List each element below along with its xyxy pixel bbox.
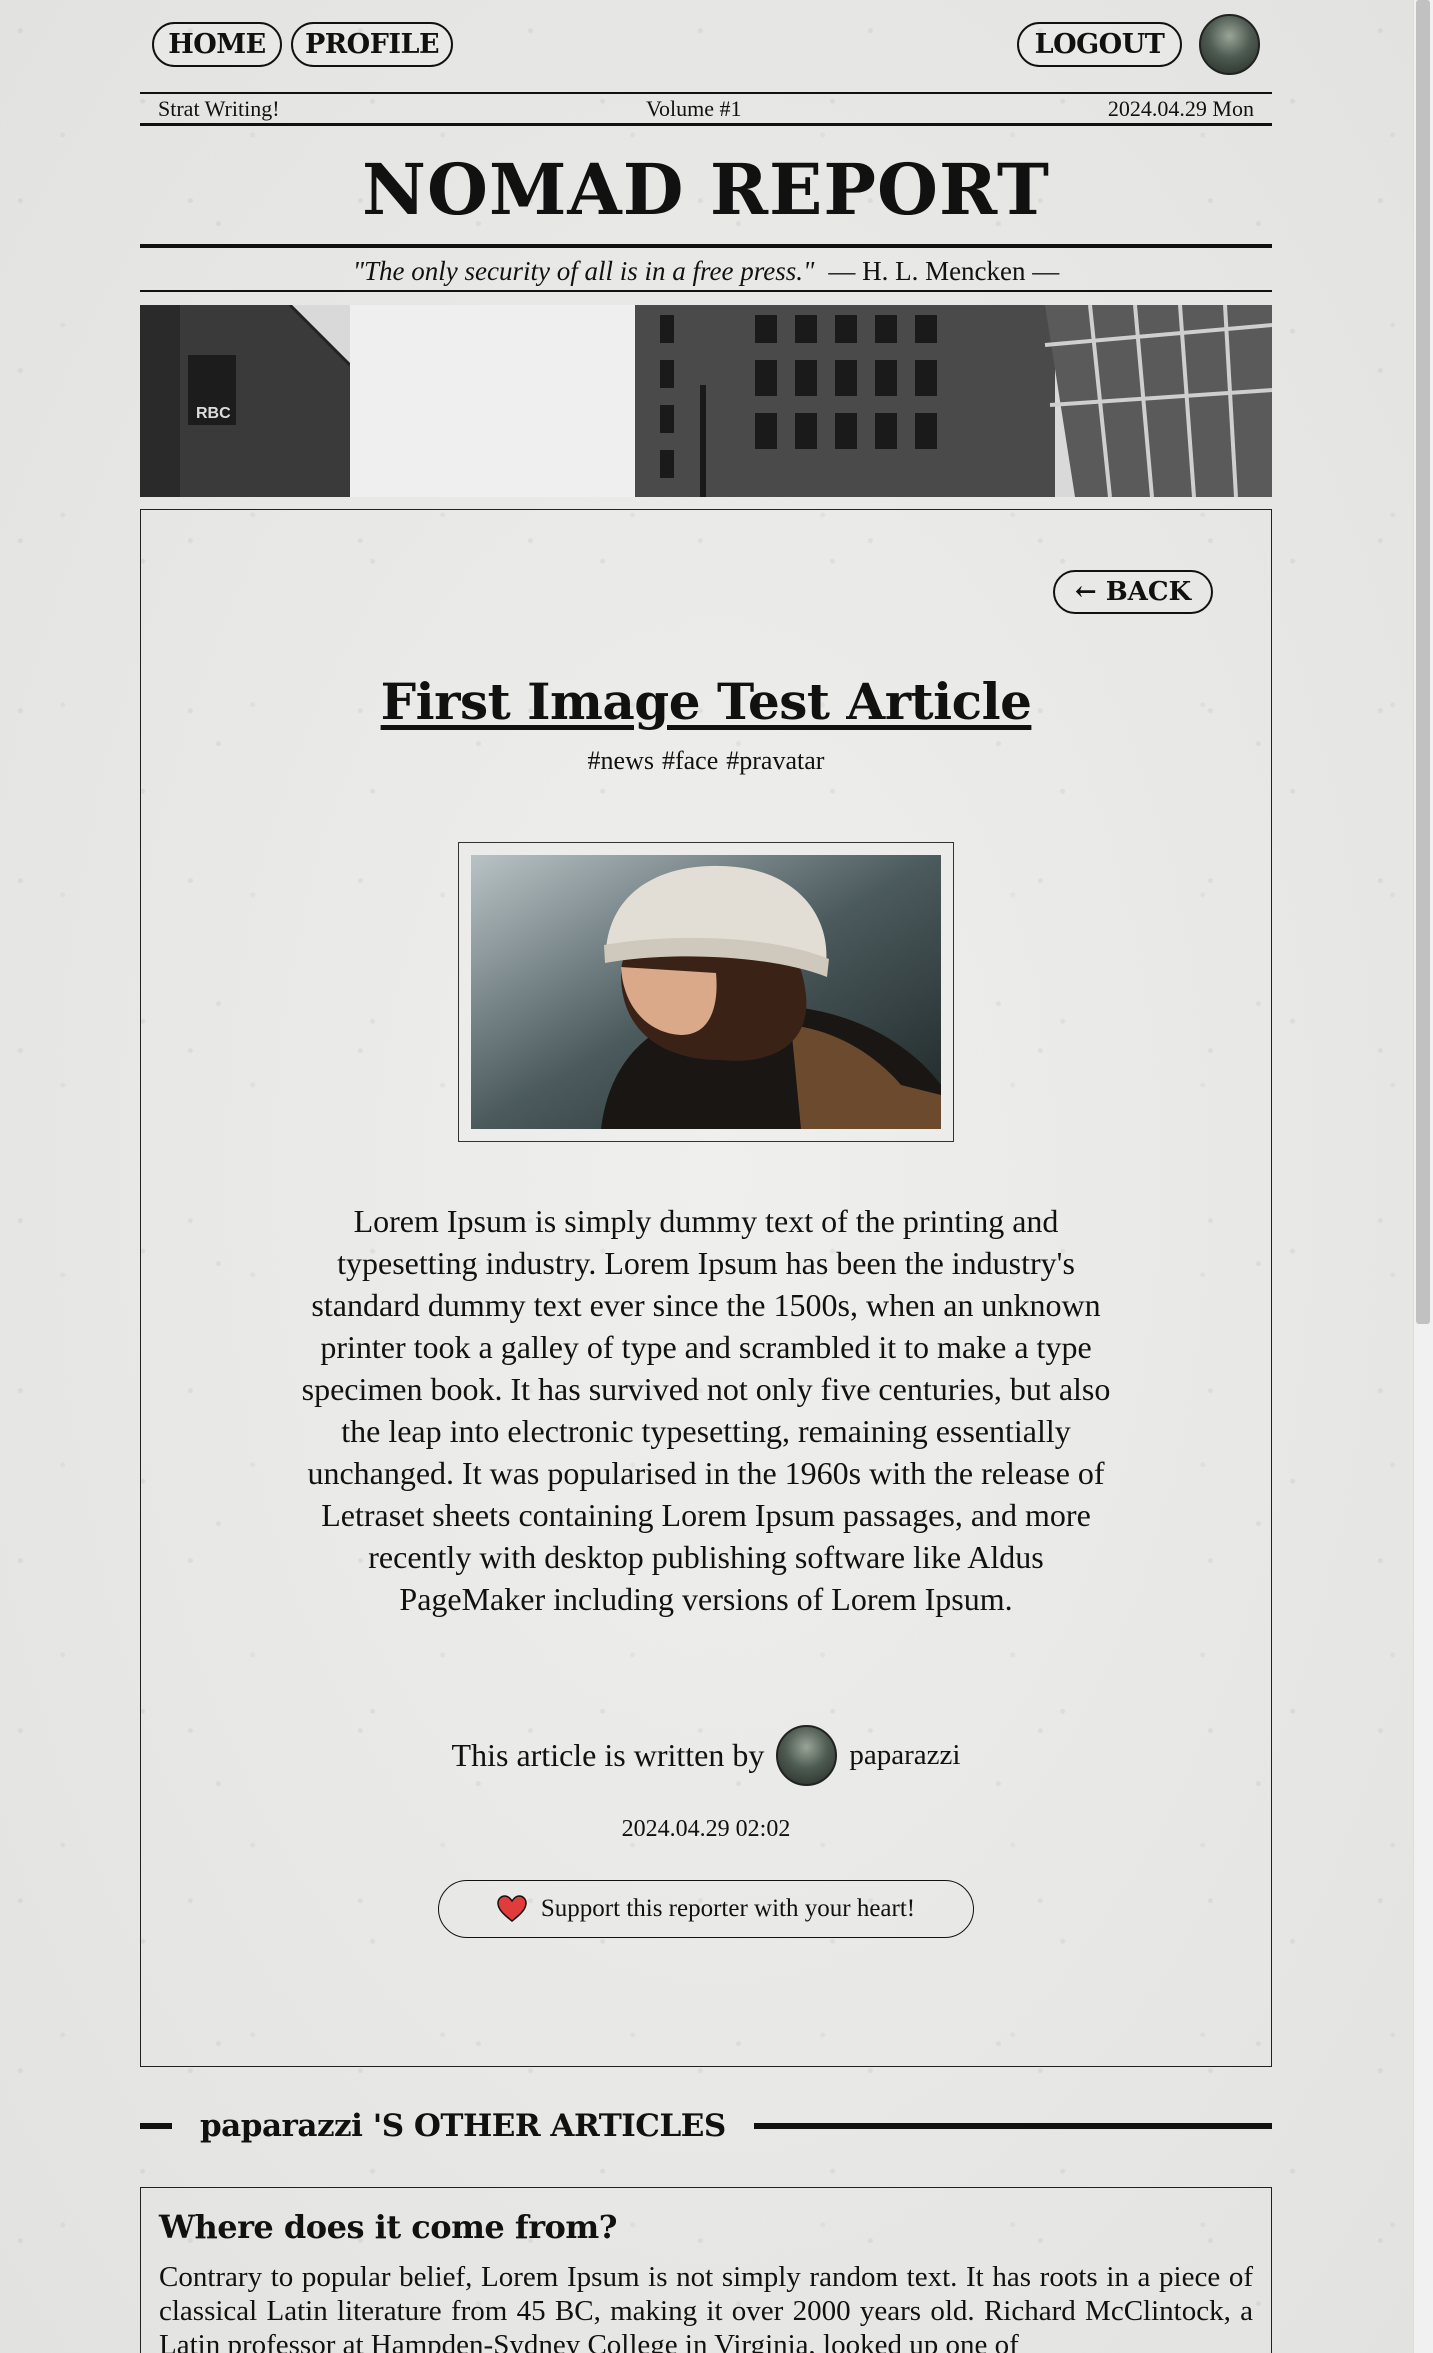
author-avatar[interactable] [776,1725,838,1786]
byline: This article is written by paparazzi [141,1725,1271,1786]
tag-news[interactable]: #news [588,746,654,776]
byline-prefix: This article is written by [451,1737,765,1773]
heart-icon [497,1895,527,1922]
other-articles-heading: paparazzi 'S OTHER ARTICLES [140,2106,1272,2146]
home-button[interactable]: HOME [152,22,282,67]
other-articles-title: paparazzi 'S OTHER ARTICLES [200,2108,726,2144]
other-article-title[interactable]: Where does it come from? [159,2208,1253,2246]
article-body: Lorem Ipsum is simply dummy text of the … [301,1203,1111,1617]
logout-button[interactable]: LOGOUT [1017,22,1182,67]
masthead-title: NOMAD REPORT [140,140,1272,248]
volume-label: Volume #1 [645,95,742,121]
support-heart-button[interactable]: Support this reporter with your heart! [438,1880,974,1938]
profile-button[interactable]: PROFILE [291,22,453,67]
article-image [471,855,941,1129]
page: HOME PROFILE LOGOUT Strat Writing! Volum… [140,0,1272,2353]
other-article-card[interactable]: Where does it come from? Contrary to pop… [140,2187,1272,2353]
heading-rule-left [140,2123,172,2129]
vertical-scrollbar[interactable] [1413,0,1433,2353]
article-title: First Image Test Article [380,672,1032,731]
article-card: ← BACK First Image Test Article #news #f… [140,509,1272,2067]
banner-image: RBC [140,305,1272,497]
user-avatar[interactable] [1199,14,1260,75]
tag-face[interactable]: #face [662,746,718,776]
dateline-bar: Strat Writing! Volume #1 2024.04.29 Mon [140,92,1272,126]
top-nav: HOME PROFILE LOGOUT [140,0,1272,92]
article-image-frame [458,842,954,1142]
quote-text: "The only security of all is in a free p… [352,255,815,286]
article-timestamp: 2024.04.29 02:02 [621,1816,791,1842]
start-writing-link[interactable]: Strat Writing! [158,96,280,122]
date-label: 2024.04.29 Mon [1107,95,1254,121]
quote-author: — H. L. Mencken — [828,255,1060,286]
back-button[interactable]: ← BACK [1053,570,1213,614]
scrollbar-thumb[interactable] [1416,0,1430,1324]
quote-bar: "The only security of all is in a free p… [140,252,1272,292]
tag-pravatar[interactable]: #pravatar [726,746,824,776]
support-label: Support this reporter with your heart! [540,1895,916,1922]
article-tags: #news #face #pravatar [141,746,1271,776]
banner-sign: RBC [196,405,231,422]
author-name[interactable]: paparazzi [849,1739,960,1772]
heading-rule-right [753,2123,1272,2129]
other-article-excerpt: Contrary to popular belief, Lorem Ipsum … [159,2261,1253,2353]
